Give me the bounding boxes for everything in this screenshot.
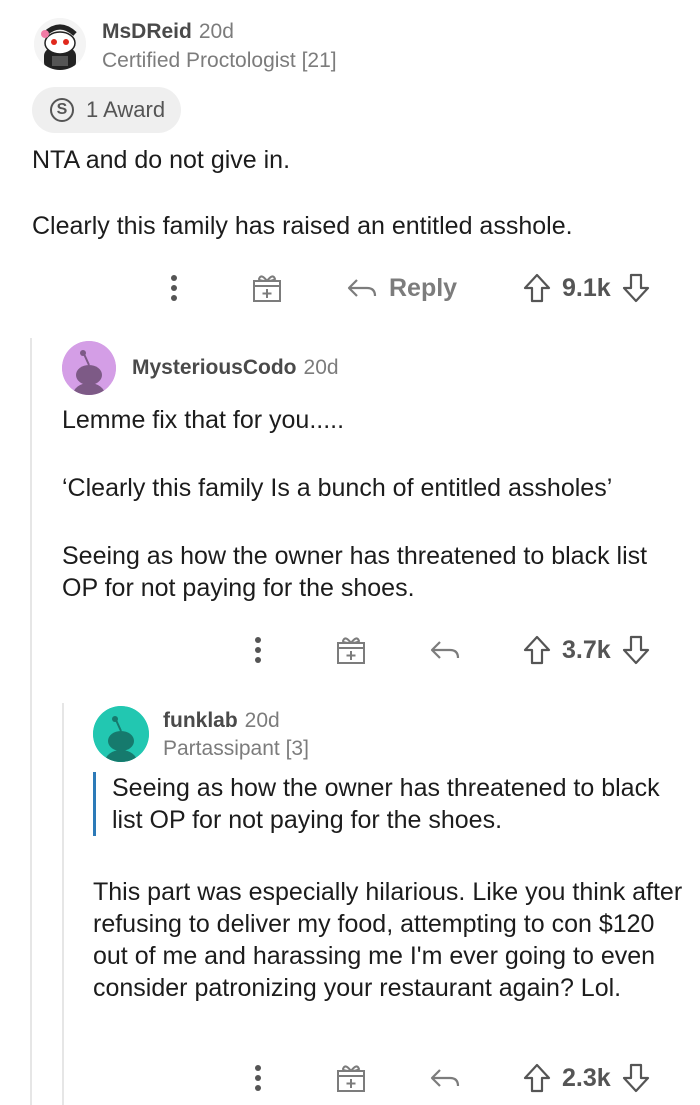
upvote-icon[interactable] [522,634,552,666]
comment-age: 20d [198,20,234,43]
user-flair: Partassipant [3] [163,737,309,760]
s-award-icon: S [50,98,74,122]
vertical-dots-icon [255,1065,261,1091]
more-options-button[interactable] [250,630,266,670]
snoo-avatar-icon [34,18,86,70]
comment-paragraph: NTA and do not give in. [32,146,291,174]
reply-button[interactable] [428,1058,462,1098]
reply-arrow-icon [347,279,377,297]
vote-controls: 9.1k [522,268,651,308]
comment-paragraph: Seeing as how the owner has threatened t… [62,542,648,602]
snoo-avatar-icon [93,706,149,762]
reply-arrow-icon [430,1069,460,1087]
downvote-icon[interactable] [621,1062,651,1094]
snoo-avatar-icon [62,341,116,395]
avatar[interactable] [34,18,86,70]
quoted-text: Seeing as how the owner has threatened t… [93,772,672,836]
user-flair: Certified Proctologist [21] [102,49,337,72]
username[interactable]: MsDReid [102,20,192,44]
downvote-icon[interactable] [621,634,651,666]
reply-button[interactable] [428,630,462,670]
comment-paragraph: Clearly this family has raised an entitl… [32,212,573,240]
comment-body: NTA and do not give in. Clearly this fam… [32,144,672,242]
comment-actions: 2.3k [0,1058,700,1098]
award-badge[interactable]: S 1 Award [32,87,182,133]
author-row: funklab 20d [163,709,280,733]
vote-score: 9.1k [562,273,611,302]
comment-age: 20d [244,709,280,732]
author-row: MysteriousCodo 20d [132,356,339,380]
reply-arrow-icon [430,641,460,659]
comment-actions: 3.7k [0,630,700,670]
more-options-button[interactable] [250,1058,266,1098]
downvote-icon[interactable] [621,272,651,304]
author-row: MsDReid 20d [102,20,234,44]
username[interactable]: funklab [163,709,238,733]
upvote-icon[interactable] [522,1062,552,1094]
comment-body: This part was especially hilarious. Like… [93,876,689,1004]
comment-paragraph: ‘Clearly this family Is a bunch of entit… [62,474,613,502]
gift-icon [337,1065,365,1092]
comment-actions: Reply 9.1k [0,268,700,308]
upvote-icon[interactable] [522,272,552,304]
reply-button[interactable]: Reply [345,268,457,308]
more-options-button[interactable] [166,268,182,308]
vote-score: 2.3k [562,1063,611,1092]
thread-line-level-1[interactable] [30,338,32,1105]
comment-paragraph: Lemme fix that for you..... [62,406,345,434]
vote-score: 3.7k [562,635,611,664]
award-label: 1 Award [86,97,166,122]
gift-icon [253,275,281,302]
thread-line-level-2[interactable] [62,703,64,1105]
avatar[interactable] [62,341,116,395]
vertical-dots-icon [255,637,261,663]
give-award-button[interactable] [250,268,284,308]
give-award-button[interactable] [334,1058,368,1098]
username[interactable]: MysteriousCodo [132,356,297,380]
comment-age: 20d [303,356,339,379]
comment-paragraph: This part was especially hilarious. Like… [93,878,683,1002]
comment-body: Lemme fix that for you..... ‘Clearly thi… [62,404,682,604]
reply-label: Reply [389,273,458,302]
vote-controls: 2.3k [522,1058,651,1098]
vote-controls: 3.7k [522,630,651,670]
gift-icon [337,637,365,664]
avatar[interactable] [93,706,149,762]
vertical-dots-icon [171,275,177,301]
give-award-button[interactable] [334,630,368,670]
